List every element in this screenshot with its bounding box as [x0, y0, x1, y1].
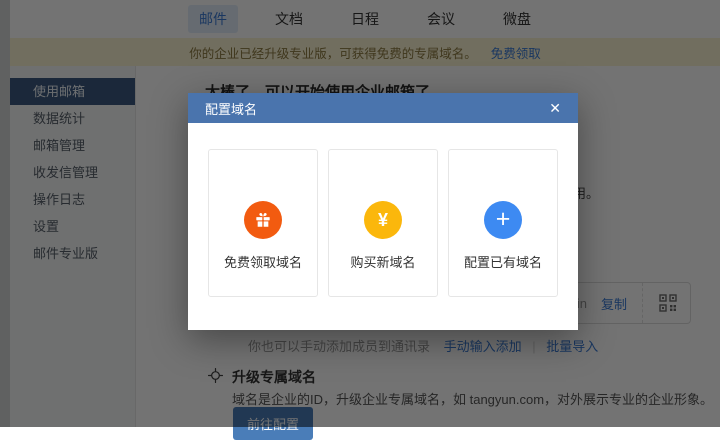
gift-icon: [244, 201, 282, 239]
modal-title: 配置域名: [205, 99, 257, 118]
configure-domain-modal: 配置域名 ✕ 免费领取域名 ¥: [188, 93, 578, 330]
card-label: 购买新域名: [350, 252, 415, 271]
card-existing-domain[interactable]: + 配置已有域名: [448, 149, 558, 297]
close-icon[interactable]: ✕: [549, 101, 561, 115]
card-buy-domain[interactable]: ¥ 购买新域名: [328, 149, 438, 297]
plus-glyph: +: [496, 207, 511, 232]
plus-icon: +: [484, 201, 522, 239]
card-label: 配置已有域名: [464, 252, 542, 271]
modal-header: 配置域名 ✕: [188, 93, 578, 123]
yuan-glyph: ¥: [378, 211, 388, 229]
card-label: 免费领取域名: [224, 252, 302, 271]
yuan-icon: ¥: [364, 201, 402, 239]
card-free-domain[interactable]: 免费领取域名: [208, 149, 318, 297]
modal-body: 免费领取域名 ¥ 购买新域名 + 配置已有域名: [188, 123, 578, 330]
